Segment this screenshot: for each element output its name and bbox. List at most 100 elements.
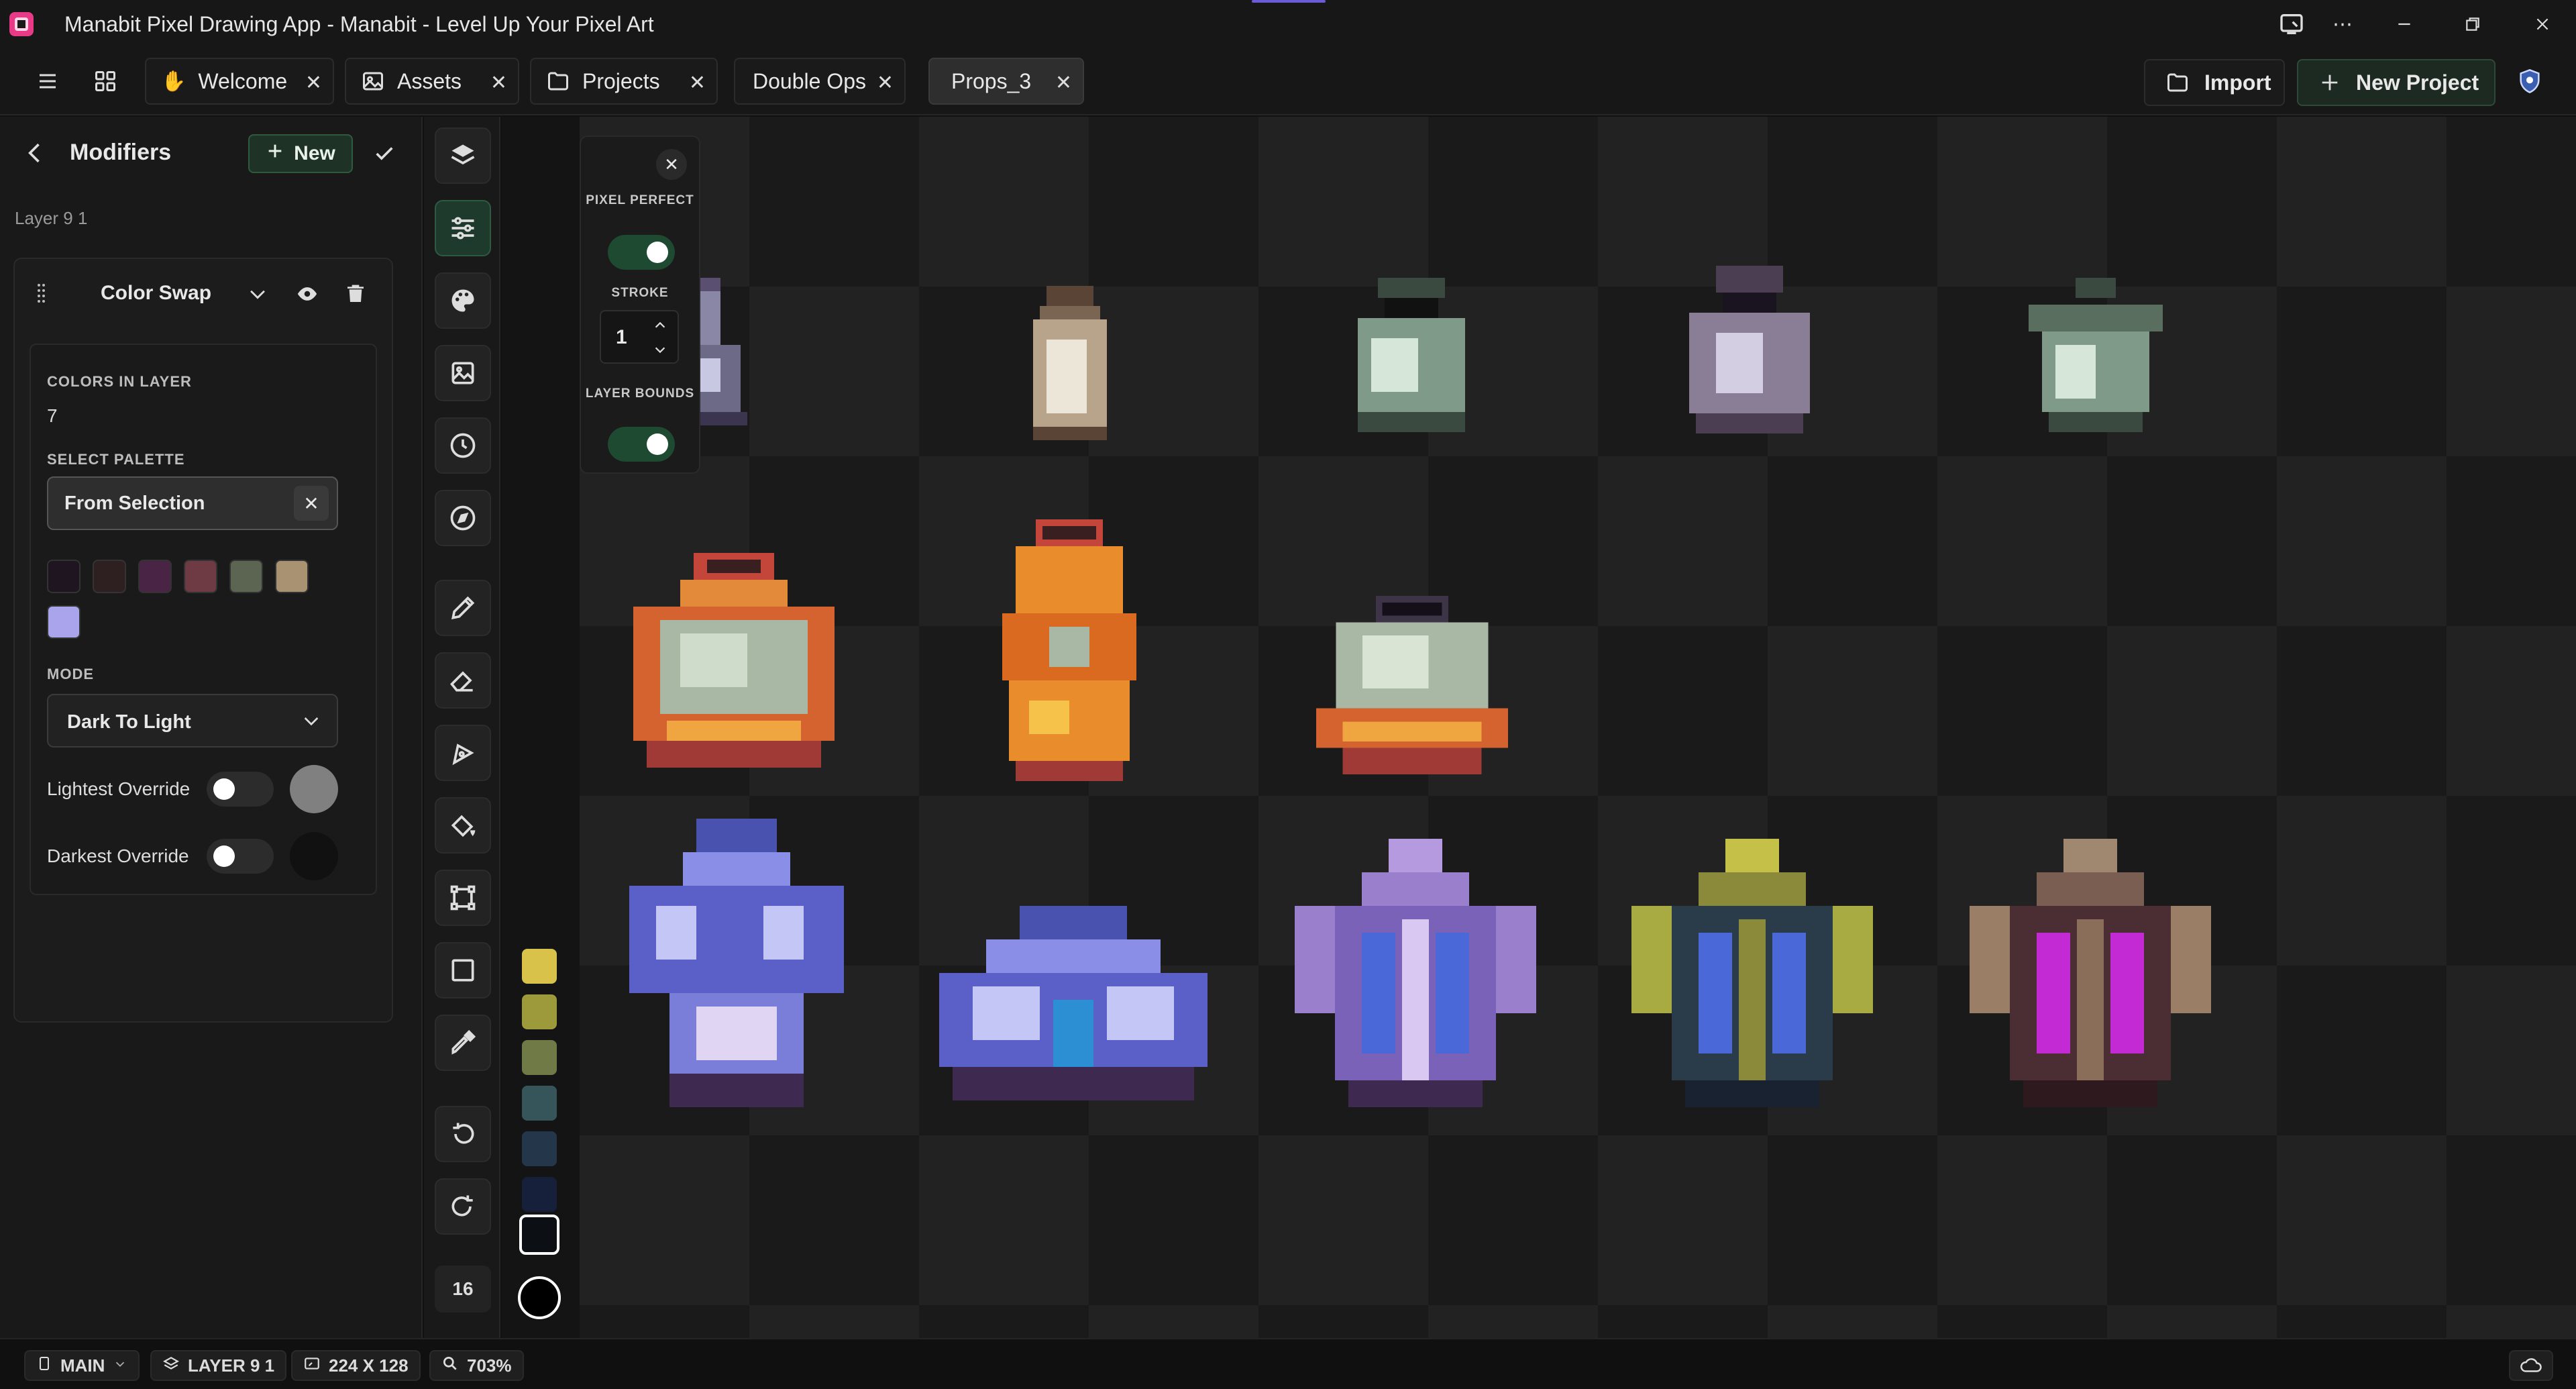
brush-size-indicator[interactable]: 16	[435, 1266, 491, 1313]
palette-swatch[interactable]	[275, 560, 309, 593]
eyedropper-icon[interactable]	[435, 1015, 491, 1071]
chevron-up-icon[interactable]	[648, 315, 672, 336]
transparency-grid	[580, 117, 2576, 1338]
mode-select[interactable]: Dark To Light	[47, 694, 338, 748]
cast-icon[interactable]	[2271, 7, 2312, 42]
cloud-sync-icon[interactable]	[2509, 1350, 2553, 1381]
close-tab-icon[interactable]: ✕	[305, 71, 322, 95]
zoom-indicator[interactable]: 703%	[429, 1350, 524, 1381]
pixel-perfect-toggle[interactable]	[608, 235, 675, 270]
sprite-grey-round-pot	[1316, 596, 1508, 775]
trash-icon[interactable]	[338, 276, 373, 311]
checkmark-icon[interactable]	[368, 137, 401, 170]
rectangle-icon[interactable]	[435, 942, 491, 998]
reference-image-icon[interactable]	[435, 345, 491, 401]
pen-vector-icon[interactable]	[435, 725, 491, 781]
canvas-size-indicator[interactable]: 224 X 128	[291, 1350, 421, 1381]
fill-bucket-icon[interactable]	[435, 797, 491, 854]
pencil-icon[interactable]	[435, 580, 491, 636]
tab-bar: ✋ Welcome ✕ Assets ✕ Projects ✕ Double O…	[0, 48, 2576, 115]
tab-label: Assets	[397, 68, 462, 93]
drag-handle-icon[interactable]	[38, 283, 46, 307]
darkest-override-toggle[interactable]	[207, 839, 274, 874]
close-tab-icon[interactable]: ✕	[689, 71, 706, 95]
title-bar: Manabit Pixel Drawing App - Manabit - Le…	[0, 0, 2576, 48]
user-avatar[interactable]	[2508, 59, 2552, 103]
tab-assets[interactable]: Assets ✕	[345, 58, 519, 105]
eye-icon[interactable]	[290, 276, 325, 311]
tool-rail: 16	[424, 117, 500, 1338]
import-button[interactable]: Import	[2144, 59, 2285, 106]
close-tab-icon[interactable]: ✕	[1055, 71, 1072, 95]
stroke-stepper[interactable]: 1	[600, 310, 679, 364]
folder-icon	[546, 69, 570, 93]
rail-color-swatch[interactable]	[522, 949, 557, 984]
lightest-override-toggle[interactable]	[207, 772, 274, 807]
plus-icon	[266, 142, 284, 166]
palette-swatch[interactable]	[93, 560, 126, 593]
palette-select[interactable]: From Selection ✕	[47, 476, 338, 530]
layer-bounds-toggle[interactable]	[608, 427, 675, 462]
tab-projects[interactable]: Projects ✕	[530, 58, 718, 105]
plus-icon	[2318, 71, 2341, 94]
close-window-icon[interactable]	[2522, 7, 2563, 42]
palette-swatch[interactable]	[47, 560, 80, 593]
palette-select-value: From Selection	[64, 493, 205, 514]
clear-palette-icon[interactable]: ✕	[294, 486, 329, 521]
branch-label: MAIN	[60, 1355, 105, 1376]
wave-hand-icon: ✋	[161, 70, 186, 93]
tab-welcome[interactable]: ✋ Welcome ✕	[145, 58, 334, 105]
modifier-settings: COLORS IN LAYER 7 SELECT PALETTE From Se…	[30, 344, 377, 895]
current-layer-label: Layer 9 1	[15, 208, 88, 228]
eraser-icon[interactable]	[435, 652, 491, 709]
redo-icon[interactable]	[435, 1178, 491, 1235]
compass-icon[interactable]	[435, 490, 491, 546]
close-panel-icon[interactable]: ✕	[656, 149, 687, 180]
minimize-icon[interactable]	[2384, 7, 2424, 42]
layers-icon[interactable]	[435, 127, 491, 184]
lightest-override-color[interactable]	[290, 765, 338, 813]
close-tab-icon[interactable]: ✕	[490, 71, 507, 95]
new-project-button[interactable]: New Project	[2297, 59, 2496, 106]
branch-selector[interactable]: MAIN	[24, 1350, 140, 1381]
hamburger-menu-icon[interactable]	[25, 59, 70, 103]
title-drag-indicator	[1252, 0, 1326, 3]
close-tab-icon[interactable]: ✕	[877, 71, 894, 95]
more-options-icon[interactable]: ⋯	[2322, 7, 2363, 42]
layer-status-label: LAYER 9 1	[188, 1355, 275, 1376]
rail-color-swatch[interactable]	[522, 1177, 557, 1212]
darkest-override-color[interactable]	[290, 832, 338, 880]
tab-label: Props_3	[951, 68, 1032, 93]
rail-color-swatch[interactable]	[522, 994, 557, 1029]
tab-label: Welcome	[198, 68, 288, 93]
secondary-color-circle[interactable]	[518, 1276, 561, 1319]
history-icon[interactable]	[435, 417, 491, 474]
palette-swatch[interactable]	[229, 560, 263, 593]
sprite-orange-gourd	[1002, 519, 1136, 781]
chevron-down-icon[interactable]	[648, 340, 672, 360]
palette-icon[interactable]	[435, 272, 491, 329]
undo-icon[interactable]	[435, 1106, 491, 1162]
select-palette-label: SELECT PALETTE	[47, 451, 185, 468]
grid-view-icon[interactable]	[83, 59, 127, 103]
rail-color-swatch[interactable]	[522, 1131, 557, 1166]
transform-icon[interactable]	[435, 870, 491, 926]
palette-swatch[interactable]	[47, 605, 80, 639]
palette-swatch[interactable]	[138, 560, 172, 593]
stroke-label: STROKE	[611, 286, 669, 300]
primary-color-swatch[interactable]	[519, 1215, 559, 1255]
pixel-perfect-label: PIXEL PERFECT	[586, 193, 694, 207]
drawing-canvas[interactable]	[580, 117, 2576, 1338]
adjustments-icon[interactable]	[435, 200, 491, 256]
rail-color-swatch[interactable]	[522, 1040, 557, 1075]
chevron-left-icon[interactable]	[20, 138, 50, 171]
restore-icon[interactable]	[2453, 7, 2493, 42]
palette-swatch[interactable]	[184, 560, 217, 593]
tab-props-3[interactable]: Props_3 ✕	[928, 58, 1084, 105]
tab-double-ops[interactable]: Double Ops ✕	[734, 58, 906, 105]
layer-indicator[interactable]: LAYER 9 1	[150, 1350, 287, 1381]
chevron-down-icon[interactable]	[240, 276, 275, 311]
new-modifier-button[interactable]: New	[248, 134, 353, 173]
colors-in-layer-label: COLORS IN LAYER	[47, 373, 192, 390]
rail-color-swatch[interactable]	[522, 1086, 557, 1121]
